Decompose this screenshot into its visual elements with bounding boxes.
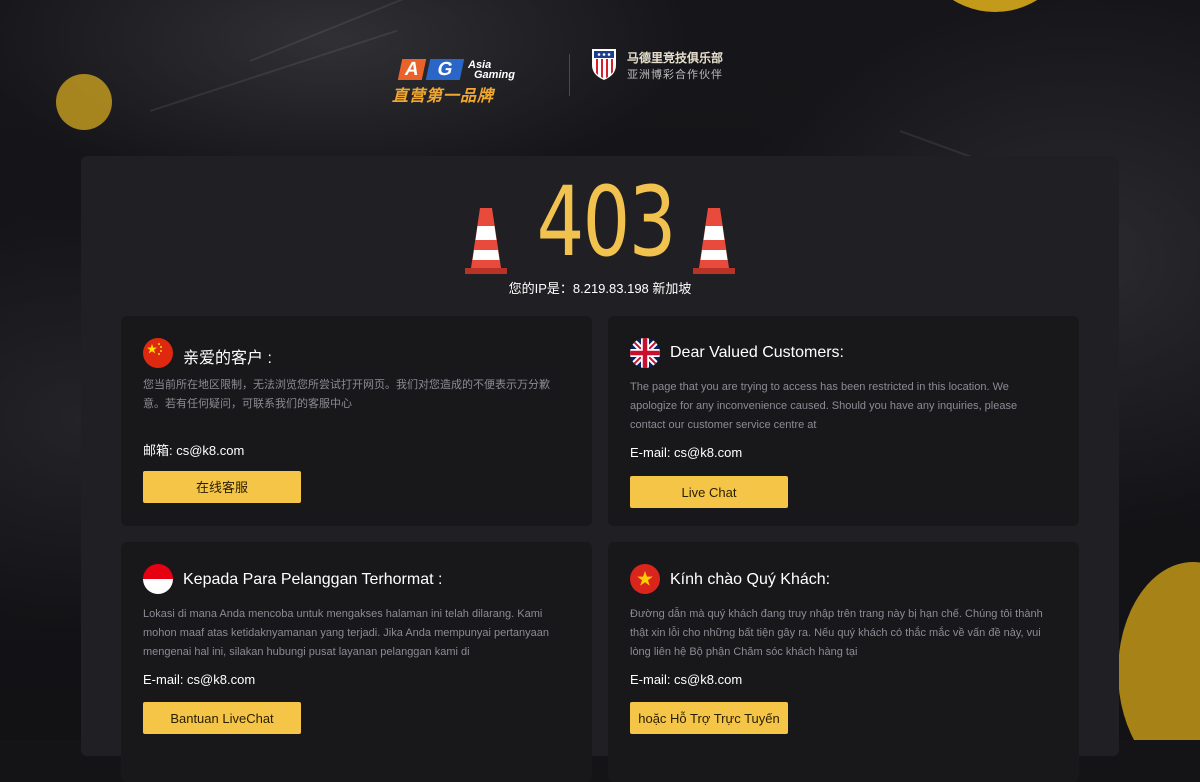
notice-card-english: Dear Valued Customers: The page that you… xyxy=(608,316,1079,526)
ag-gaming-text: Gaming xyxy=(474,69,515,81)
live-chat-button[interactable]: 在线客服 xyxy=(143,471,301,503)
club-name: 马德里竞技俱乐部 xyxy=(627,51,724,65)
live-chat-button[interactable]: hoặc Hỗ Trợ Trực Tuyến xyxy=(630,702,788,734)
indonesia-flag-icon xyxy=(143,564,173,594)
card-email: E-mail: cs@k8.com xyxy=(143,672,256,687)
china-flag-icon xyxy=(143,338,173,368)
header: A G Asia Gaming 直营第一品牌 马德里竞技俱乐部 亚洲博彩合作伙伴 xyxy=(0,42,1200,105)
asia-gaming-logo: A G Asia Gaming 直营第一品牌 xyxy=(392,59,515,105)
notice-card-chinese: 亲爱的客户 : 您当前所在地区限制，无法浏览您所尝试打开网页。我们对您造成的不便… xyxy=(121,316,592,526)
card-email: E-mail: cs@k8.com xyxy=(630,445,743,460)
uk-flag-icon xyxy=(630,338,660,368)
card-title: Dear Valued Customers: xyxy=(670,344,844,361)
card-message: 您当前所在地区限制，无法浏览您所尝试打开网页。我们对您造成的不便表示万分歉意。若… xyxy=(143,379,550,410)
notice-card-vietnamese: Kính chào Quý Khách: Đường dẫn mà quý kh… xyxy=(608,542,1079,782)
error-banner: 403 xyxy=(81,166,1119,278)
main-panel: 403 您的IP是：8.219.83.198 新加坡 亲爱的客户 : 您当前所在… xyxy=(81,156,1119,782)
card-email: E-mail: cs@k8.com xyxy=(630,672,743,687)
card-message: The page that you are trying to access h… xyxy=(630,381,1018,431)
ag-slogan: 直营第一品牌 xyxy=(392,88,495,105)
traffic-cone-icon xyxy=(693,208,735,274)
header-divider xyxy=(569,54,570,96)
card-message: Lokasi di mana Anda mencoba untuk mengak… xyxy=(143,608,550,658)
card-email: 邮箱: cs@k8.com xyxy=(143,443,245,458)
club-subtitle: 亚洲博彩合作伙伴 xyxy=(627,69,723,81)
card-title: 亲爱的客户 : xyxy=(183,350,272,367)
card-message: Đường dẫn mà quý khách đang truy nhập tr… xyxy=(630,608,1043,658)
live-chat-button[interactable]: Bantuan LiveChat xyxy=(143,702,301,734)
notice-card-indonesian: Kepada Para Pelanggan Terhormat : Lokasi… xyxy=(121,542,592,782)
traffic-cone-icon xyxy=(465,208,507,274)
card-title: Kính chào Quý Khách: xyxy=(670,571,831,588)
vietnam-flag-icon xyxy=(630,564,660,594)
atletico-crest-icon xyxy=(592,49,616,80)
error-code: 403 xyxy=(536,166,677,278)
card-title: Kepada Para Pelanggan Terhormat : xyxy=(183,571,443,588)
live-chat-button[interactable]: Live Chat xyxy=(630,476,788,508)
ip-address-text: 您的IP是：8.219.83.198 新加坡 xyxy=(508,281,692,296)
